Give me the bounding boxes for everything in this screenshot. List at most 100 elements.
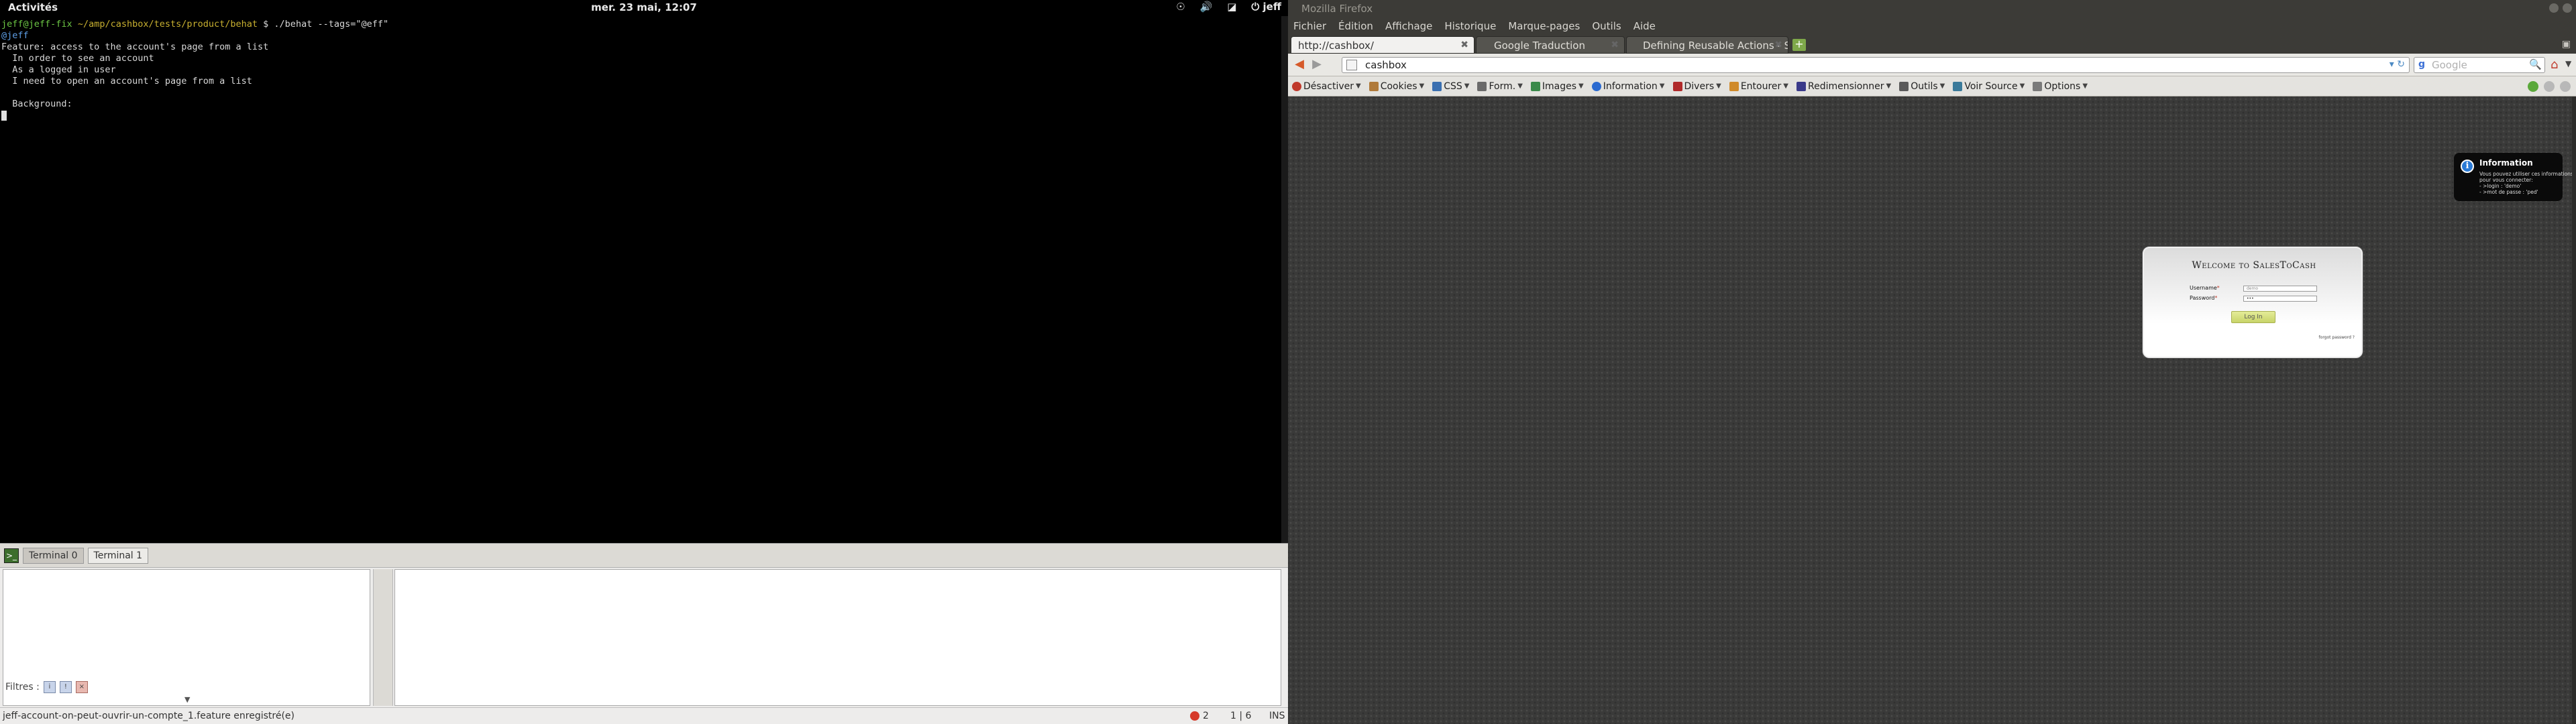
user-menu[interactable]: ⏻ jeff bbox=[1251, 1, 1281, 13]
terminal-output-line: I need to open an account's page from a … bbox=[1, 76, 252, 86]
menu-edition[interactable]: Édition bbox=[1338, 20, 1373, 32]
check-icon[interactable] bbox=[2528, 81, 2538, 92]
chevron-down-icon[interactable]: ▼ bbox=[2565, 59, 2571, 68]
devbar-form[interactable]: Form. ▼ bbox=[1477, 80, 1523, 92]
devbar-voir-source[interactable]: Voir Source ▼ bbox=[1953, 81, 2025, 92]
password-label-text: Password bbox=[2190, 295, 2215, 301]
devbar-label: Désactiver bbox=[1303, 80, 1354, 92]
user-name: jeff bbox=[1263, 1, 1281, 13]
status-message: jeff-account-on-peut-ouvrir-un-compte_1.… bbox=[3, 711, 294, 721]
devbar-label: Options bbox=[2044, 80, 2081, 92]
chevron-down-icon: ▼ bbox=[1939, 82, 1945, 90]
output-pane[interactable] bbox=[394, 569, 1281, 706]
view-source-icon bbox=[1953, 81, 1963, 91]
window-controls bbox=[2549, 3, 2572, 13]
site-identity-icon[interactable] bbox=[1346, 60, 1357, 70]
search-icon[interactable]: 🔍 bbox=[2529, 58, 2542, 70]
status-bar: jeff-account-on-peut-ouvrir-un-compte_1.… bbox=[0, 707, 1288, 724]
devbar-desactiver[interactable]: Désactiver ▼ bbox=[1292, 81, 1361, 92]
css-status-icon[interactable] bbox=[2544, 81, 2555, 92]
prompt-path: ~/amp/cashbox/tests/product/behat bbox=[77, 19, 258, 29]
menu-aide[interactable]: Aide bbox=[1633, 20, 1656, 32]
login-button[interactable]: Log In bbox=[2231, 311, 2275, 323]
web-developer-toolbar: Désactiver ▼ Cookies ▼ CSS ▼ Form. ▼ Images ▼… bbox=[1288, 76, 2576, 97]
devbar-cookies[interactable]: Cookies ▼ bbox=[1368, 81, 1425, 92]
terminal-cursor bbox=[1, 110, 7, 121]
chevron-down-icon: ▼ bbox=[1464, 82, 1470, 90]
resize-icon bbox=[1796, 81, 1806, 91]
window-titlebar[interactable]: Mozilla Firefox bbox=[1288, 0, 2576, 17]
menu-fichier[interactable]: Fichier bbox=[1293, 20, 1326, 32]
devbar-label: Information bbox=[1603, 80, 1658, 92]
home-icon[interactable]: ⌂ bbox=[2551, 58, 2558, 72]
disable-icon bbox=[1292, 81, 1301, 91]
network-icon[interactable]: ◪ bbox=[1227, 1, 1236, 13]
close-icon[interactable]: ✖ bbox=[1611, 40, 1619, 50]
google-icon[interactable]: g bbox=[2418, 59, 2425, 70]
devbar-label: Entourer bbox=[1740, 80, 1782, 92]
devbar-options[interactable]: Options ▼ bbox=[2033, 81, 2088, 92]
menu-outils[interactable]: Outils bbox=[1592, 20, 1621, 32]
error-indicator[interactable]: 2 bbox=[1190, 711, 1209, 721]
url-bar[interactable]: cashbox ▾ ↻ bbox=[1342, 57, 2410, 73]
minimize-icon[interactable] bbox=[2549, 3, 2559, 13]
password-field[interactable]: ••• bbox=[2243, 296, 2317, 302]
menu-affichage[interactable]: Affichage bbox=[1385, 20, 1432, 32]
filter-error-icon[interactable]: × bbox=[75, 681, 88, 693]
username-field[interactable]: demo bbox=[2243, 286, 2317, 292]
close-icon[interactable] bbox=[2563, 3, 2572, 13]
information-notification[interactable]: i Information Vous pouvez utiliser ces i… bbox=[2454, 153, 2573, 201]
filter-warning-icon[interactable]: ! bbox=[59, 681, 72, 693]
devbar-css[interactable]: CSS ▼ bbox=[1432, 81, 1469, 92]
new-tab-button[interactable]: + bbox=[1792, 39, 1806, 51]
devbar-label: Form. bbox=[1489, 80, 1516, 92]
devbar-images[interactable]: Images ▼ bbox=[1530, 81, 1584, 92]
close-icon[interactable]: ✖ bbox=[1774, 40, 1782, 50]
editor-bottom-panel: >_ Terminal 0 Terminal 1 ▼ Filtres : i !… bbox=[0, 543, 1288, 724]
reload-icon[interactable]: ▾ ↻ bbox=[2390, 59, 2405, 70]
chevron-down-icon: ▼ bbox=[2082, 82, 2088, 90]
tools-icon bbox=[1899, 81, 1909, 91]
devbar-redimensionner[interactable]: Redimensionner ▼ bbox=[1796, 81, 1891, 92]
forgot-password-link[interactable]: forgot password ? bbox=[2319, 335, 2355, 340]
filter-info-icon[interactable]: i bbox=[43, 681, 56, 693]
devbar-divers[interactable]: Divers ▼ bbox=[1672, 81, 1721, 92]
terminal-icon[interactable]: >_ bbox=[4, 548, 19, 563]
devbar-outils[interactable]: Outils ▼ bbox=[1899, 81, 1945, 92]
login-title: Welcome to SalesToCash bbox=[2192, 260, 2316, 271]
tab-defining-reusable-actions[interactable]: Defining Reusable Actions - S... ✖ bbox=[1626, 36, 1788, 54]
terminal[interactable]: jeff@jeff-fix ~/amp/cashbox/tests/produc… bbox=[0, 16, 1281, 543]
volume-icon[interactable]: 🔊 bbox=[1200, 1, 1213, 13]
back-button[interactable]: ◀ bbox=[1292, 58, 1307, 72]
menu-marque-pages[interactable]: Marque-pages bbox=[1508, 20, 1580, 32]
filter-label: Filtres : bbox=[5, 682, 40, 692]
terminal-cursor-line bbox=[1, 110, 1280, 121]
devbar-entourer[interactable]: Entourer ▼ bbox=[1729, 81, 1788, 92]
devbar-label: Outils bbox=[1911, 80, 1938, 92]
list-tabs-icon[interactable]: ▣ bbox=[2562, 39, 2571, 50]
terminal-output-line: As a logged in user bbox=[1, 64, 116, 75]
outline-icon bbox=[1729, 81, 1739, 91]
tab-terminal-1[interactable]: Terminal 1 bbox=[87, 547, 149, 564]
search-input[interactable]: g Google 🔍 bbox=[2414, 57, 2545, 73]
devbar-label: CSS bbox=[1444, 80, 1462, 92]
tab-google-traduction[interactable]: Google Traduction ✖ bbox=[1476, 36, 1625, 54]
tab-cashbox[interactable]: http://cashbox/ ✖ bbox=[1291, 36, 1474, 54]
search-placeholder: Google bbox=[2432, 59, 2467, 71]
accessibility-icon[interactable]: ☉ bbox=[1176, 1, 1185, 13]
clock[interactable]: mer. 23 mai, 12:07 bbox=[0, 1, 1288, 13]
menu-historique[interactable]: Historique bbox=[1444, 20, 1496, 32]
navigation-bar: ◀ ▶ cashbox ▾ ↻ g Google 🔍 ⌂ ▼ bbox=[1288, 54, 2576, 76]
forward-button[interactable]: ▶ bbox=[1309, 58, 1324, 72]
terminal-scrollbar[interactable] bbox=[1281, 16, 1288, 543]
chevron-down-icon: ▼ bbox=[1419, 82, 1425, 90]
terminal-output-line: Feature: access to the account's page fr… bbox=[1, 42, 269, 52]
devbar-status-icons bbox=[2528, 81, 2571, 92]
close-icon[interactable]: ✖ bbox=[1460, 40, 1468, 50]
js-status-icon[interactable] bbox=[2560, 81, 2571, 92]
pane-splitter[interactable] bbox=[373, 569, 393, 706]
tab-terminal-0[interactable]: Terminal 0 bbox=[23, 547, 84, 564]
insert-mode: INS bbox=[1269, 711, 1285, 721]
devbar-information[interactable]: Information ▼ bbox=[1591, 80, 1665, 92]
page-scrollbar[interactable] bbox=[2572, 97, 2576, 724]
